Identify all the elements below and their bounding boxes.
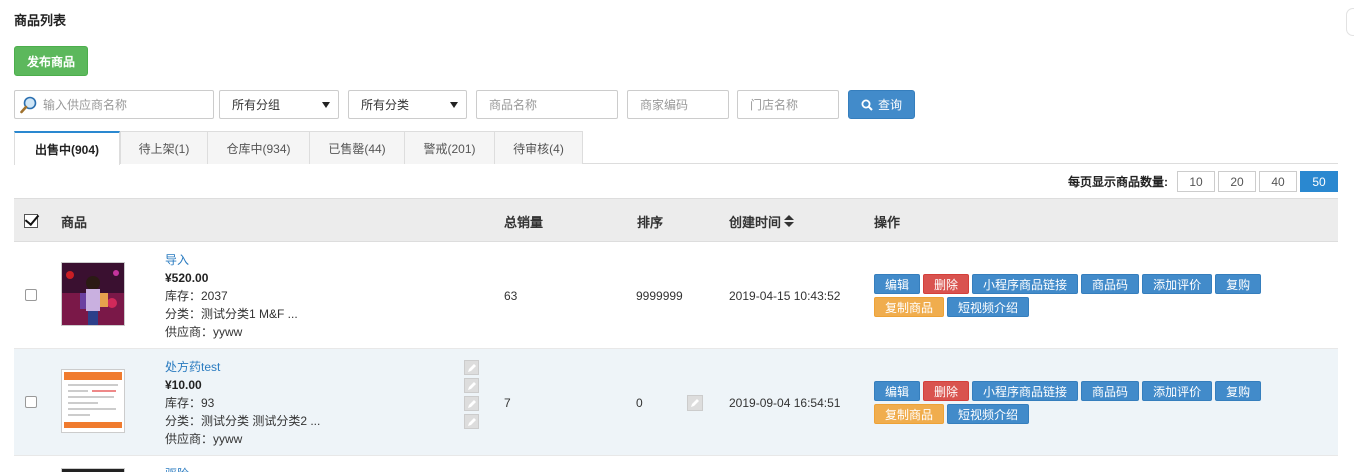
edit-button[interactable]: 编辑	[874, 381, 921, 401]
page-size-20[interactable]: 20	[1218, 171, 1256, 192]
edit-button[interactable]: 编辑	[874, 274, 921, 294]
select-all-checkbox[interactable]	[24, 199, 38, 243]
store-name-placeholder: 门店名称	[750, 98, 799, 112]
product-info: 处方药test ¥10.00 库存：93 分类：测试分类 测试分类2 ... 供…	[165, 358, 320, 448]
product-name-link[interactable]: 处方药test	[165, 358, 320, 376]
pencil-icon[interactable]	[464, 378, 479, 393]
checkbox-checked-icon	[24, 214, 38, 228]
query-button-label: 查询	[877, 98, 902, 112]
created-time: 2019-09-04 16:54:51	[729, 395, 841, 410]
product-name-input[interactable]: 商品名称	[476, 90, 618, 119]
copy-product-button[interactable]: 复制商品	[874, 297, 945, 317]
row-checkbox[interactable]	[25, 396, 37, 408]
sort-icon	[784, 215, 795, 227]
short-video-button[interactable]: 短视频介绍	[947, 404, 1030, 424]
filter-bar: 输入供应商名称 所有分组 所有分类 商品名称 商家编码 门店名称 查询	[0, 90, 1354, 120]
store-name-input[interactable]: 门店名称	[737, 90, 839, 119]
sales-value: 7	[504, 395, 511, 410]
pencil-icon[interactable]	[464, 396, 479, 411]
table-row: 导入 ¥520.00 库存：2037 分类：测试分类1 M&F ... 供应商：…	[14, 242, 1338, 349]
delete-button[interactable]: 删除	[923, 274, 970, 294]
page-size-10[interactable]: 10	[1177, 171, 1215, 192]
page-title: 商品列表	[14, 13, 67, 28]
caret-down-icon	[322, 102, 330, 108]
pencil-icon[interactable]	[687, 395, 703, 411]
pencil-icon[interactable]	[464, 414, 479, 429]
row-actions: 编辑 删除 小程序商品链接 商品码 添加评价 复购 复制商品 短视频介绍	[874, 381, 1294, 427]
table-row: 处方药test ¥10.00 库存：93 分类：测试分类 测试分类2 ... 供…	[14, 349, 1338, 456]
product-image	[62, 263, 124, 325]
magnifier-icon	[20, 96, 37, 114]
table-header: 商品 总销量 排序 创建时间 操作	[14, 198, 1338, 242]
header-created[interactable]: 创建时间	[729, 199, 795, 243]
product-name-placeholder: 商品名称	[489, 98, 538, 112]
product-name-link[interactable]: 驱险	[165, 465, 189, 472]
created-time: 2019-04-15 10:43:52	[729, 288, 841, 303]
row-actions: 编辑 删除 小程序商品链接 商品码 添加评价 复购 复制商品 短视频介绍	[874, 274, 1294, 320]
header-created-label: 创建时间	[729, 214, 782, 230]
group-select[interactable]: 所有分组	[219, 90, 339, 119]
query-button[interactable]: 查询	[848, 90, 915, 119]
short-video-button[interactable]: 短视频介绍	[947, 297, 1030, 317]
status-tabs: 出售中(904) 待上架(1) 仓库中(934) 已售罄(44) 警戒(201)…	[14, 130, 1338, 165]
tab-pending-review[interactable]: 待审核(4)	[494, 131, 583, 164]
product-price: ¥520.00	[165, 271, 209, 285]
product-name-link[interactable]: 导入	[165, 251, 298, 269]
merchant-code-input[interactable]: 商家编码	[627, 90, 729, 119]
inline-edit-group	[464, 360, 479, 429]
sort-value: 9999999	[636, 288, 683, 303]
caret-down-icon	[450, 102, 458, 108]
product-supplier: 供应商：yyww	[165, 432, 243, 446]
product-supplier: 供应商：yyww	[165, 325, 243, 339]
product-image	[62, 370, 124, 432]
product-category: 分类：测试分类 测试分类2 ...	[165, 414, 321, 428]
copy-product-button[interactable]: 复制商品	[874, 404, 945, 424]
pencil-icon[interactable]	[464, 360, 479, 375]
header-sort: 排序	[637, 214, 664, 230]
mini-program-link-button[interactable]: 小程序商品链接	[972, 381, 1079, 401]
corner-handle	[1346, 8, 1354, 36]
sort-value: 0	[636, 395, 643, 410]
tab-alert[interactable]: 警戒(201)	[404, 131, 495, 164]
supplier-search-placeholder: 输入供应商名称	[43, 98, 128, 112]
product-stock: 库存：93	[165, 396, 215, 410]
rebuy-button[interactable]: 复购	[1215, 381, 1262, 401]
page-size-50[interactable]: 50	[1300, 171, 1338, 192]
product-category: 分类：测试分类1 M&F ...	[165, 307, 298, 321]
tab-sold-out[interactable]: 已售罄(44)	[309, 131, 405, 164]
tab-pending-listing[interactable]: 待上架(1)	[120, 131, 208, 164]
rebuy-button[interactable]: 复购	[1215, 274, 1262, 294]
add-review-button[interactable]: 添加评价	[1142, 381, 1213, 401]
tab-on-sale[interactable]: 出售中(904)	[14, 131, 120, 165]
product-code-button[interactable]: 商品码	[1081, 274, 1140, 294]
page-size-40[interactable]: 40	[1259, 171, 1297, 192]
supplier-search-input[interactable]: 输入供应商名称	[14, 90, 214, 119]
product-code-button[interactable]: 商品码	[1081, 381, 1140, 401]
delete-button[interactable]: 删除	[923, 381, 970, 401]
add-review-button[interactable]: 添加评价	[1142, 274, 1213, 294]
sales-value: 63	[504, 288, 518, 303]
group-select-value: 所有分组	[232, 98, 281, 112]
product-price: ¥10.00	[165, 378, 202, 392]
category-select[interactable]: 所有分类	[348, 90, 467, 119]
page-size-label: 每页显示商品数量:	[1068, 175, 1168, 189]
product-thumbnail[interactable]	[61, 262, 125, 326]
product-thumbnail[interactable]	[61, 468, 125, 472]
header-sales: 总销量	[504, 214, 544, 230]
product-thumbnail[interactable]	[61, 369, 125, 433]
row-checkbox[interactable]	[25, 289, 37, 301]
header-ops: 操作	[874, 214, 901, 230]
product-stock: 库存：2037	[165, 289, 228, 303]
search-icon	[861, 99, 873, 111]
tab-warehouse[interactable]: 仓库中(934)	[207, 131, 310, 164]
mini-program-link-button[interactable]: 小程序商品链接	[972, 274, 1079, 294]
merchant-code-placeholder: 商家编码	[640, 98, 689, 112]
publish-product-button[interactable]: 发布商品	[14, 46, 88, 76]
page-size-selector: 每页显示商品数量: 10 20 40 50	[1068, 171, 1338, 192]
product-info: 导入 ¥520.00 库存：2037 分类：测试分类1 M&F ... 供应商：…	[165, 251, 298, 341]
header-product: 商品	[61, 214, 88, 230]
product-table: 商品 总销量 排序 创建时间 操作 导入 ¥520.00 库存：2037 分类：…	[14, 198, 1338, 472]
category-select-value: 所有分类	[361, 98, 410, 112]
table-row: 驱险	[14, 456, 1338, 472]
